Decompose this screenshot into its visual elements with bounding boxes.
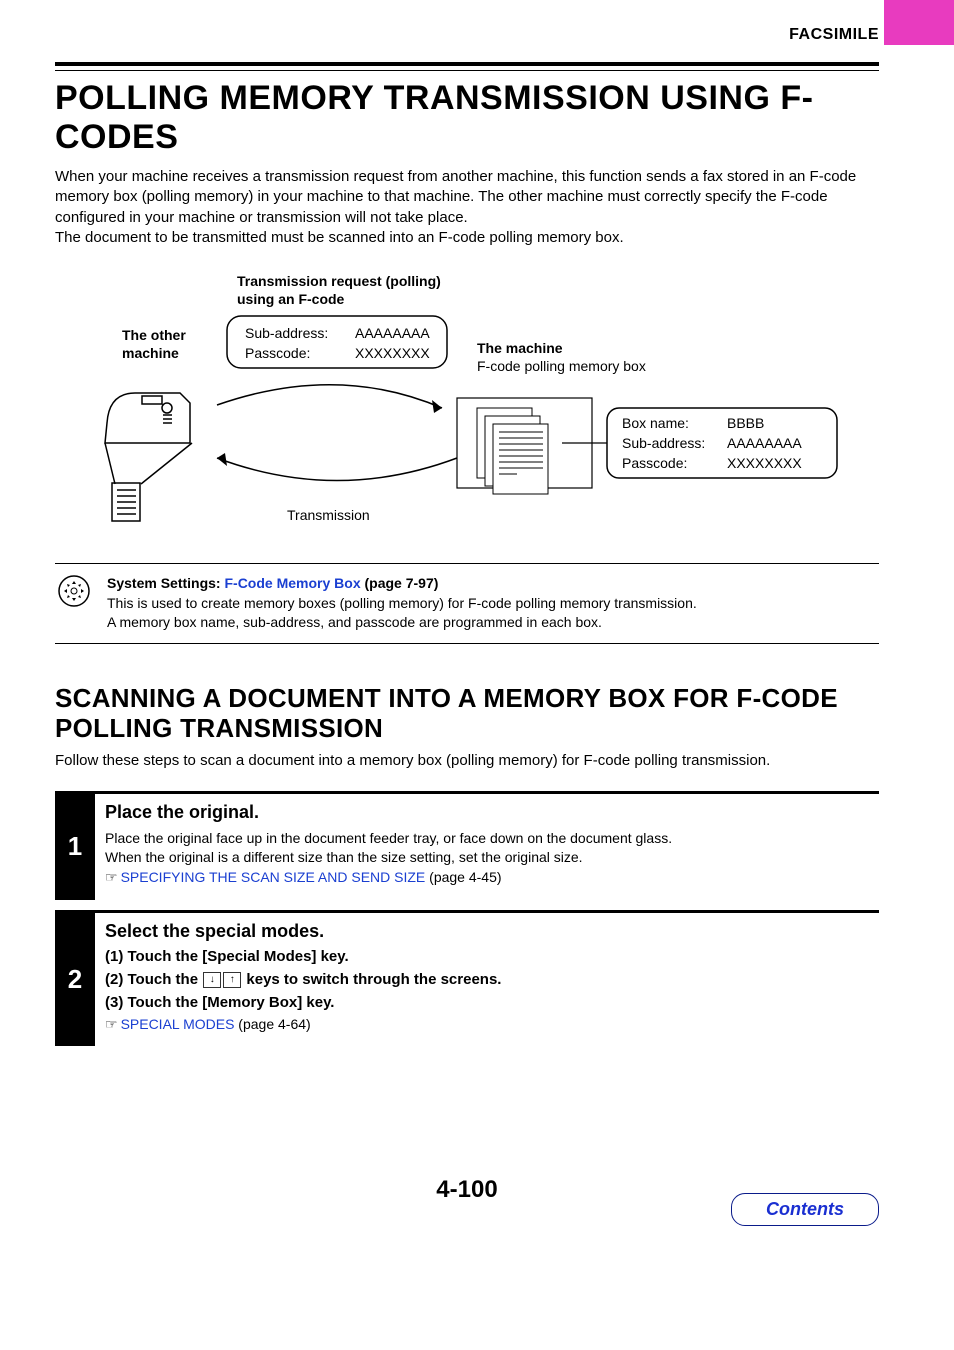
callout-page-ref: (page 7-97): [361, 575, 439, 591]
section-intro: Follow these steps to scan a document in…: [55, 752, 879, 769]
step-number-1: 1: [55, 794, 95, 900]
transmission-label: Transmission: [287, 507, 370, 523]
page-title: POLLING MEMORY TRANSMISSION USING F-CODE…: [55, 79, 879, 157]
pointer-icon: ☞: [105, 1016, 118, 1032]
intro-paragraph: When your machine receives a transmissio…: [55, 167, 879, 248]
mb-pass-val: XXXXXXXX: [727, 455, 802, 471]
step-2-sub3: (3) Touch the [Memory Box] key.: [105, 994, 879, 1011]
step-2-sub1: (1) Touch the [Special Modes] key.: [105, 948, 879, 965]
machine-1: The machine: [477, 340, 563, 356]
section-label: FACSIMILE: [789, 26, 879, 43]
step-1-ref-page: (page 4-45): [425, 869, 501, 885]
polling-diagram: Transmission request (polling) using an …: [87, 268, 847, 548]
system-settings-callout: System Settings: F-Code Memory Box (page…: [55, 563, 879, 644]
step-2-sub2: (2) Touch the ↓↑ keys to switch through …: [105, 971, 879, 988]
step-1-body-2: When the original is a different size th…: [105, 848, 879, 868]
mb-name-lbl: Box name:: [622, 415, 689, 431]
callout-prefix: System Settings:: [107, 575, 224, 591]
fax-machine-icon: [105, 393, 192, 521]
step-1-body-1: Place the original face up in the docume…: [105, 829, 879, 849]
step-1-ref-link[interactable]: SPECIFYING THE SCAN SIZE AND SEND SIZE: [121, 869, 426, 885]
step-2: 2 Select the special modes. (1) Touch th…: [55, 913, 879, 1047]
req-pass-lbl: Passcode:: [245, 345, 310, 361]
machine-2: F-code polling memory box: [477, 358, 646, 374]
section-heading: SCANNING A DOCUMENT INTO A MEMORY BOX FO…: [55, 684, 879, 744]
req-sub-lbl: Sub-address:: [245, 325, 328, 341]
request-title-1: Transmission request (polling): [237, 273, 441, 289]
up-arrow-key-icon: ↑: [223, 972, 241, 988]
mb-pass-lbl: Passcode:: [622, 455, 687, 471]
down-arrow-key-icon: ↓: [203, 972, 221, 988]
callout-body-1: This is used to create memory boxes (pol…: [107, 594, 697, 614]
req-sub-val: AAAAAAAA: [355, 325, 430, 341]
mb-sub-val: AAAAAAAA: [727, 435, 802, 451]
step-2-ref-page: (page 4-64): [234, 1016, 310, 1032]
step-2-title: Select the special modes.: [105, 921, 879, 942]
other-machine-1: The other: [122, 327, 186, 343]
step-2-sub2b: keys to switch through the screens.: [242, 971, 501, 988]
step-2-sub2a: (2) Touch the: [105, 971, 202, 988]
step-number-2: 2: [55, 913, 95, 1047]
contents-button[interactable]: Contents: [731, 1193, 879, 1226]
other-machine-2: machine: [122, 345, 179, 361]
callout-link[interactable]: F-Code Memory Box: [224, 575, 360, 591]
mb-name-val: BBBB: [727, 415, 764, 431]
request-title-2: using an F-code: [237, 291, 345, 307]
step-1: 1 Place the original. Place the original…: [55, 794, 879, 900]
callout-body-2: A memory box name, sub-address, and pass…: [107, 613, 697, 633]
req-pass-val: XXXXXXXX: [355, 345, 430, 361]
gear-icon: [55, 574, 93, 608]
pointer-icon: ☞: [105, 869, 118, 885]
step-2-ref-link[interactable]: SPECIAL MODES: [121, 1016, 235, 1032]
mb-sub-lbl: Sub-address:: [622, 435, 705, 451]
step-1-title: Place the original.: [105, 802, 879, 823]
heading-rule: [55, 62, 879, 71]
